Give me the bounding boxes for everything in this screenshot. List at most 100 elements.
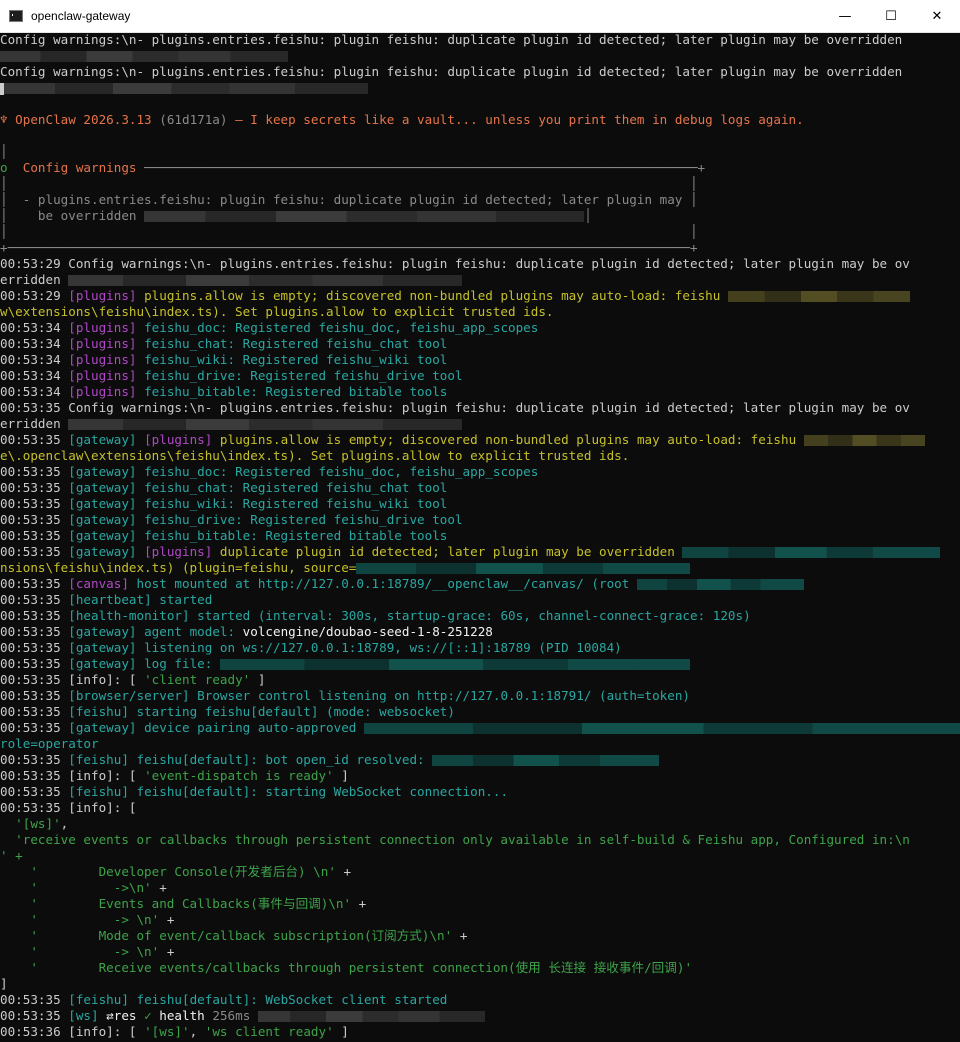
line-text: 00:53:35 <box>0 720 69 735</box>
line-text: feishu_chat: Registered feishu_chat tool <box>136 480 448 495</box>
line-text: ' -> \n' <box>0 944 160 959</box>
line-text: [gateway] <box>68 720 137 735</box>
terminal-line: ' Developer Console(开发者后台) \n' + <box>0 864 960 880</box>
line-text: '[ws]' <box>144 1024 190 1039</box>
line-text: 00:53:34 <box>0 336 69 351</box>
line-text: [info]: [ <box>68 800 137 815</box>
terminal-line: 00:53:35 [gateway] agent model: volcengi… <box>0 624 960 640</box>
line-text <box>0 816 15 831</box>
line-text: [feishu] <box>68 752 129 767</box>
terminal-line: ' Receive events/callbacks through persi… <box>0 960 960 976</box>
terminal-line: 00:53:35 [gateway] device pairing auto-a… <box>0 720 960 736</box>
title-bar[interactable]: openclaw-gateway — ☐ ✕ <box>0 0 960 33</box>
terminal-line: 00:53:35 [gateway] feishu_bitable: Regis… <box>0 528 960 544</box>
terminal-line: 00:53:35 [info]: [ <box>0 800 960 816</box>
terminal-line: 00:53:36 [info]: [ '[ws]', 'ws client re… <box>0 1024 960 1040</box>
terminal-line: +───────────────────────────────────────… <box>0 240 960 256</box>
terminal-line: 00:53:35 [gateway] feishu_doc: Registere… <box>0 464 960 480</box>
line-text: 00:53:34 <box>0 384 69 399</box>
line-text: [gateway] <box>68 640 137 655</box>
line-text: [gateway] <box>68 432 137 447</box>
line-text: 00:53:35 <box>0 576 69 591</box>
line-text: + <box>159 912 175 927</box>
line-text: [plugins] <box>144 544 213 559</box>
line-text: ' -> \n' <box>0 912 160 927</box>
line-text: feishu[default]: WebSocket client starte… <box>128 992 448 1007</box>
line-text: │ │ <box>0 224 698 239</box>
line-text: + <box>151 880 167 895</box>
line-text: [health-monitor] <box>68 608 190 623</box>
terminal-line: 00:53:29 Config warnings:\n- plugins.ent… <box>0 256 960 272</box>
redacted-text <box>727 291 910 302</box>
line-text: nsions\feishu\index.ts) (plugin=feishu, … <box>0 560 357 575</box>
line-text: ] <box>0 976 8 991</box>
line-text: 00:53:35 <box>0 608 69 623</box>
redacted-text <box>432 755 660 766</box>
terminal-line: 00:53:35 [info]: [ 'client ready' ] <box>0 672 960 688</box>
terminal-line: 00:53:35 [info]: [ 'event-dispatch is re… <box>0 768 960 784</box>
terminal-line: ♆ OpenClaw 2026.3.13 (61d171a) — I keep … <box>0 112 960 128</box>
terminal-line: 00:53:34 [plugins] feishu_bitable: Regis… <box>0 384 960 400</box>
line-text: 00:53:35 <box>0 1008 69 1023</box>
line-text: [plugins] <box>68 384 137 399</box>
line-text: Config warnings:\n- plugins.entries.feis… <box>68 400 910 415</box>
maximize-button[interactable]: ☐ <box>868 0 914 32</box>
line-text: 00:53:36 <box>0 1024 69 1039</box>
line-text: │ <box>0 144 8 159</box>
line-text: 00:53:34 <box>0 368 69 383</box>
terminal-line: 00:53:35 [gateway] feishu_wiki: Register… <box>0 496 960 512</box>
line-text <box>137 432 145 447</box>
minimize-button[interactable]: — <box>822 0 868 32</box>
line-text: e\.openclaw\extensions\feishu\index.ts).… <box>0 448 630 463</box>
line-text: w\extensions\feishu\index.ts). Set plugi… <box>0 304 554 319</box>
terminal-line: 00:53:35 [gateway] feishu_chat: Register… <box>0 480 960 496</box>
redacted-text <box>356 563 691 574</box>
line-text: 00:53:35 <box>0 496 69 511</box>
line-text: [plugins] <box>68 368 137 383</box>
line-text: [feishu] <box>68 784 129 799</box>
line-text: 00:53:29 <box>0 288 69 303</box>
line-text: agent model: <box>136 624 243 639</box>
terminal-line: 00:53:35 [heartbeat] started <box>0 592 960 608</box>
line-text: [gateway] <box>68 544 137 559</box>
terminal-output[interactable]: Config warnings:\n- plugins.entries.feis… <box>0 32 960 1042</box>
console-app-icon <box>9 10 23 22</box>
terminal-line: nsions\feishu\index.ts) (plugin=feishu, … <box>0 560 960 576</box>
line-text: │ be overridden <box>0 208 145 223</box>
line-text: device pairing auto-approved <box>136 720 364 735</box>
terminal-line: ' + <box>0 848 960 864</box>
line-text: 00:53:35 <box>0 784 69 799</box>
line-text: ] <box>333 1024 349 1039</box>
line-text: ✓ <box>144 1008 152 1023</box>
line-text: 00:53:35 <box>0 432 69 447</box>
terminal-line: 00:53:35 [feishu] feishu[default]: start… <box>0 784 960 800</box>
line-text: 00:53:35 <box>0 752 69 767</box>
terminal-line: 00:53:35 Config warnings:\n- plugins.ent… <box>0 400 960 416</box>
terminal-line: Config warnings:\n- plugins.entries.feis… <box>0 64 960 80</box>
line-text: host mounted at http://127.0.0.1:18789/_… <box>128 576 637 591</box>
terminal-line: 00:53:35 [gateway] [plugins] duplicate p… <box>0 544 960 560</box>
line-text: + <box>351 896 367 911</box>
line-text: 00:53:35 <box>0 672 69 687</box>
line-text: 'client ready' <box>144 672 251 687</box>
line-text: [gateway] <box>68 496 137 511</box>
line-text: 00:53:35 <box>0 656 69 671</box>
terminal-line: 00:53:29 [plugins] plugins.allow is empt… <box>0 288 960 304</box>
line-text: ' Developer Console(开发者后台) \n' <box>0 864 336 879</box>
line-text: feishu[default]: bot open_id resolved: <box>128 752 433 767</box>
line-text: [plugins] <box>144 432 213 447</box>
redacted-text <box>4 83 368 94</box>
terminal-line: 00:53:34 [plugins] feishu_chat: Register… <box>0 336 960 352</box>
terminal-line: 00:53:35 [feishu] feishu[default]: bot o… <box>0 752 960 768</box>
line-text <box>137 544 145 559</box>
terminal-line: role=operator <box>0 736 960 752</box>
line-text: + <box>452 928 468 943</box>
line-text: 'event-dispatch is ready' <box>144 768 334 783</box>
line-text: feishu_bitable: Registered bitable tools <box>136 528 448 543</box>
line-text: feishu_wiki: Registered feishu_wiki tool <box>136 496 448 511</box>
redacted-text <box>363 723 960 734</box>
line-text: [gateway] <box>68 656 137 671</box>
close-button[interactable]: ✕ <box>914 0 960 32</box>
line-text: [plugins] <box>68 336 137 351</box>
terminal-line: │ │ <box>0 176 960 192</box>
